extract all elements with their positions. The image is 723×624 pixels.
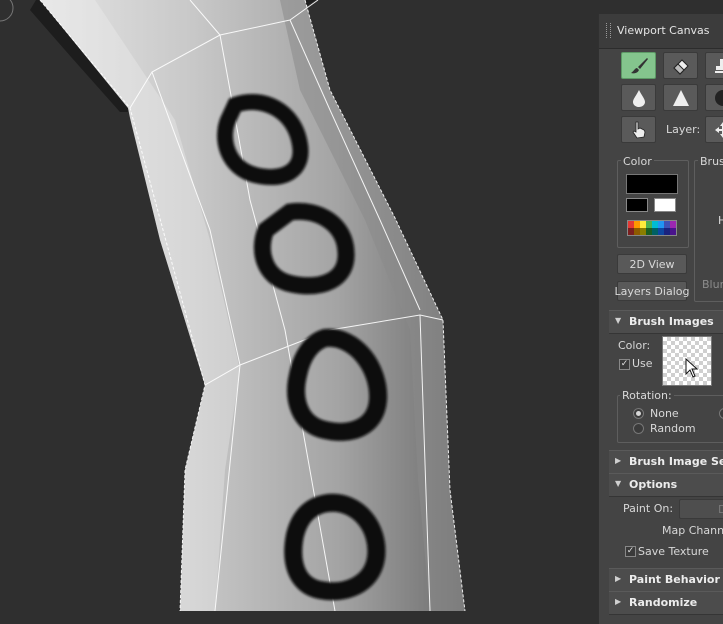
- drag-grip-icon[interactable]: [606, 23, 611, 38]
- map-channel-label: Map Channel: [662, 524, 723, 537]
- background-color-swatch[interactable]: [654, 198, 676, 212]
- circle-icon: [712, 87, 723, 109]
- rotation-other-radio[interactable]: [719, 408, 723, 419]
- color-group-label: Color: [621, 155, 654, 168]
- blur-drop-button[interactable]: [621, 84, 656, 111]
- drop-icon: [628, 87, 650, 109]
- randomize-title: Randomize: [629, 596, 697, 609]
- layer-label: Layer:: [666, 123, 700, 136]
- brush-images-rollout[interactable]: ▼ Brush Images: [609, 310, 723, 334]
- smudge-button[interactable]: [621, 116, 656, 143]
- brush-image-settings-title: Brush Image Set: [629, 455, 723, 468]
- move-layer-button[interactable]: [705, 116, 723, 143]
- paint-behavior-rollout[interactable]: ▶ Paint Behavior: [609, 568, 723, 592]
- blur-label: Blur/: [702, 278, 723, 291]
- triangle-icon: [670, 87, 692, 109]
- brush-group-label: Brush: [698, 155, 723, 168]
- brush-group-h-label: H: [718, 214, 723, 227]
- hand-icon: [628, 119, 650, 141]
- save-texture-checkbox[interactable]: ✓: [625, 546, 636, 557]
- save-texture-label: Save Texture: [638, 545, 709, 558]
- layers-dialog-button[interactable]: Layers Dialog: [617, 281, 687, 301]
- clone-stamp-button[interactable]: [705, 52, 723, 79]
- primary-color-swatch[interactable]: [626, 174, 678, 194]
- paint-on-label: Paint On:: [623, 502, 673, 515]
- expand-arrow-icon: ▶: [615, 456, 621, 465]
- eraser-button[interactable]: [663, 52, 698, 79]
- panel-titlebar[interactable]: Viewport Canvas: [599, 14, 723, 49]
- rotation-none-radio[interactable]: [633, 408, 644, 419]
- expand-arrow-icon: ▶: [615, 597, 621, 606]
- brush-images-title: Brush Images: [629, 315, 714, 328]
- rotation-none-label: None: [650, 407, 679, 420]
- randomize-rollout[interactable]: ▶ Randomize: [609, 591, 723, 615]
- options-title: Options: [629, 478, 677, 491]
- brush-color-label: Color:: [618, 339, 650, 352]
- brush-image-settings-rollout[interactable]: ▶ Brush Image Set: [609, 450, 723, 474]
- options-rollout[interactable]: ▼ Options: [609, 473, 723, 497]
- use-label: Use: [632, 357, 653, 370]
- paint-on-dropdown[interactable]: D: [679, 499, 723, 519]
- paint-brush-button[interactable]: [621, 52, 656, 79]
- view-2d-button[interactable]: 2D View: [617, 254, 687, 274]
- collapse-arrow-icon: ▼: [615, 479, 621, 488]
- paint-brush-icon: [628, 56, 650, 76]
- eraser-icon: [670, 56, 692, 76]
- panel-title: Viewport Canvas: [617, 24, 710, 37]
- move-icon: [712, 119, 723, 141]
- sharpen-button[interactable]: [663, 84, 698, 111]
- palette-swatch[interactable]: [627, 220, 677, 236]
- paint-behavior-title: Paint Behavior: [629, 573, 720, 586]
- rotation-label: Rotation:: [620, 389, 674, 402]
- foreground-color-swatch[interactable]: [626, 198, 648, 212]
- contrast-button[interactable]: [705, 84, 723, 111]
- clone-stamp-icon: [712, 56, 723, 76]
- rotation-random-label: Random: [650, 422, 696, 435]
- rotation-random-radio[interactable]: [633, 423, 644, 434]
- expand-arrow-icon: ▶: [615, 574, 621, 583]
- mouse-cursor-icon: [685, 358, 699, 378]
- use-checkbox[interactable]: ✓: [619, 359, 630, 370]
- paint-on-value: D: [718, 503, 723, 516]
- collapse-arrow-icon: ▼: [615, 316, 621, 325]
- viewport-canvas-panel: Viewport Canvas Layer: Color Brush H Blu…: [598, 14, 723, 624]
